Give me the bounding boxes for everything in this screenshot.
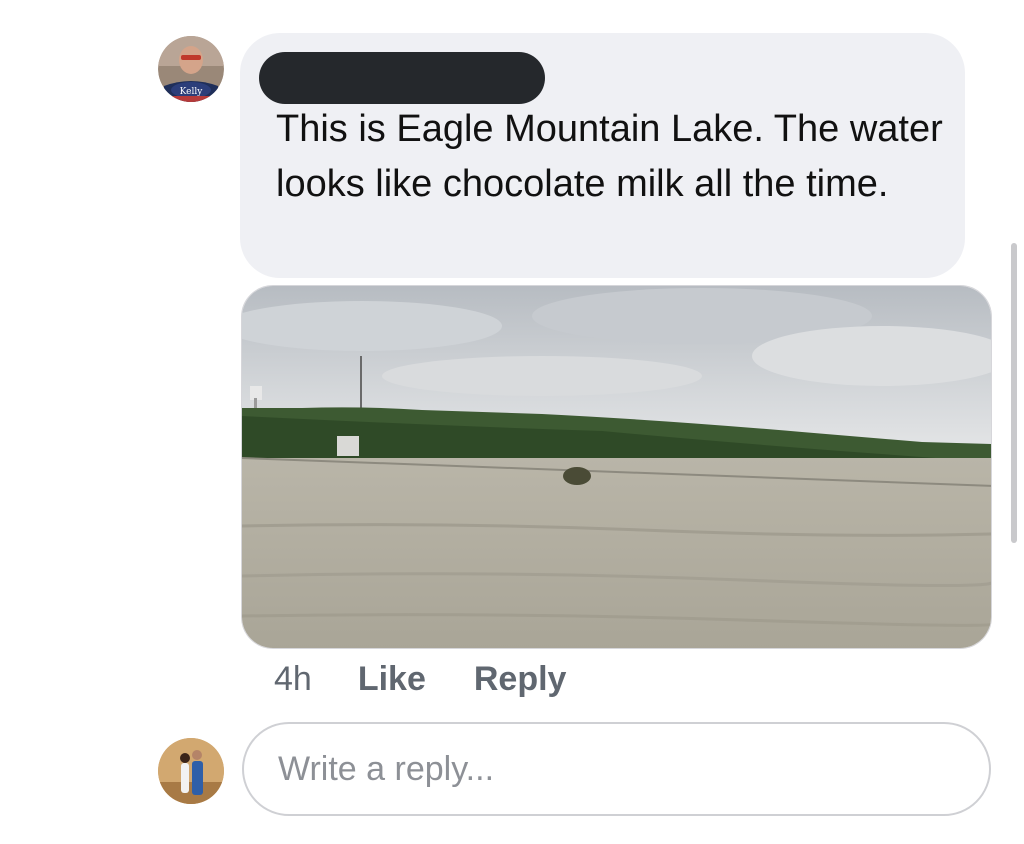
- redacted-author-name: [259, 52, 545, 104]
- scrollbar[interactable]: [1011, 243, 1017, 543]
- svg-text:Kelly: Kelly: [180, 87, 204, 97]
- reply-input[interactable]: [276, 748, 930, 790]
- reply-button[interactable]: Reply: [474, 660, 567, 699]
- viewer-avatar-image: [158, 738, 224, 804]
- comment-timestamp: 4h: [274, 659, 312, 698]
- like-button[interactable]: Like: [358, 660, 426, 699]
- viewer-avatar[interactable]: [158, 738, 224, 804]
- lake-photo: [242, 286, 991, 648]
- commenter-avatar[interactable]: Kelly: [158, 36, 224, 102]
- reply-input-container[interactable]: [242, 722, 991, 816]
- comment-text: This is Eagle Mountain Lake. The water l…: [276, 108, 943, 205]
- comment-photo[interactable]: [241, 285, 992, 649]
- comment-actions: 4h Like Reply: [274, 656, 614, 702]
- commenter-avatar-image: Kelly: [158, 36, 224, 102]
